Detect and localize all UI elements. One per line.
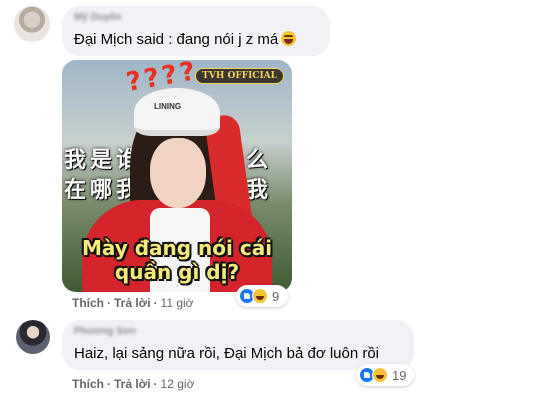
separator-dot: · <box>153 377 158 391</box>
reply-link[interactable]: Trả lời <box>114 377 151 391</box>
comment-bubble: Mỹ Duyên Đại Mịch said : đang nói j z má <box>62 6 330 56</box>
haha-reaction-icon <box>372 367 388 383</box>
reaction-summary[interactable]: 9 <box>236 285 288 307</box>
commenter-avatar[interactable] <box>14 6 50 42</box>
sticker-watermark: TVH OFFICIAL <box>195 68 284 84</box>
comment-bubble: Phương Sơn Haiz, lại sảng nữa rồi, Đại M… <box>62 320 414 370</box>
reply-link[interactable]: Trả lời <box>114 296 151 310</box>
commenter-avatar[interactable] <box>16 320 50 354</box>
comment-timestamp[interactable]: 12 giờ <box>161 377 195 391</box>
comment-actions: Thích · Trả lời · 12 giờ <box>72 377 194 391</box>
reaction-summary[interactable]: 19 <box>356 364 414 386</box>
separator-dot: · <box>107 377 111 391</box>
reaction-count: 19 <box>392 367 407 383</box>
like-link[interactable]: Thích <box>72 377 104 391</box>
comment-sticker-image[interactable]: 我是谁我在干什么在哪我是谁在哪我 LINING ???? TVH OFFICIA… <box>62 60 292 292</box>
separator-dot: · <box>107 296 111 310</box>
comment-text: Haiz, lại sảng nữa rồi, Đại Mịch bả đơ l… <box>74 345 380 362</box>
sticker-caption-line1: Mày đang nói cái <box>81 236 273 260</box>
laughing-emoji-icon <box>281 31 297 46</box>
separator-dot: · <box>153 296 158 310</box>
comment-author[interactable]: Phương Sơn <box>74 326 136 337</box>
comment-author[interactable]: Mỹ Duyên <box>74 12 121 23</box>
sticker-person-cap: LINING <box>134 88 220 136</box>
reaction-count: 9 <box>272 288 280 304</box>
comment-actions: Thích · Trả lời · 11 giờ <box>72 296 194 310</box>
cap-logo-text: LINING <box>154 102 182 111</box>
sticker-caption-line2: quần gì dị? <box>114 260 240 284</box>
comment-text: Đại Mịch said : đang nói j z má <box>74 31 297 48</box>
like-link[interactable]: Thích <box>72 296 104 310</box>
comment-timestamp[interactable]: 11 giờ <box>161 296 194 310</box>
sticker-person-face <box>150 138 206 208</box>
haha-reaction-icon <box>252 288 268 304</box>
